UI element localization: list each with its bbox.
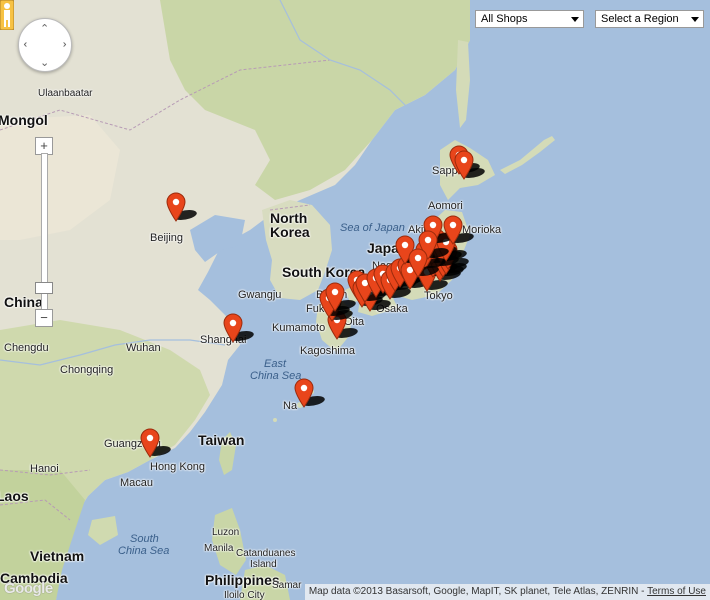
chevron-down-icon bbox=[691, 17, 699, 22]
pan-down-icon[interactable]: ⌃ bbox=[40, 55, 49, 68]
label-hanoi: Hanoi bbox=[30, 463, 59, 475]
label-sea-of-japan: Sea of Japan bbox=[340, 222, 405, 234]
label-wuhan: Wuhan bbox=[126, 342, 161, 354]
label-manila: Manila bbox=[204, 543, 234, 554]
label-chengdu: Chengdu bbox=[4, 342, 49, 354]
label-south-china-sea-2: China Sea bbox=[118, 545, 170, 557]
sakhalin-island bbox=[456, 40, 470, 128]
pan-control[interactable]: ⌃ ⌃ ⌃ ⌃ bbox=[18, 18, 72, 72]
hainan-island bbox=[88, 516, 118, 545]
label-aomori: Aomori bbox=[428, 200, 463, 212]
label-east-china-sea-1: East bbox=[264, 358, 287, 370]
label-kumamoto: Kumamoto bbox=[272, 322, 326, 334]
label-samar: Samar bbox=[272, 580, 302, 591]
street-view-pegman-icon[interactable] bbox=[0, 0, 14, 30]
shop-marker[interactable] bbox=[223, 313, 258, 343]
label-north-korea-2: Korea bbox=[270, 224, 310, 240]
label-vietnam: Vietnam bbox=[30, 548, 85, 564]
label-laos: Laos bbox=[0, 488, 29, 504]
label-south-china-sea-1: South bbox=[130, 533, 159, 545]
shop-marker[interactable] bbox=[454, 150, 489, 180]
label-mongolia: Mongol bbox=[0, 112, 48, 128]
label-hong-kong: Hong Kong bbox=[150, 461, 206, 473]
pan-up-icon[interactable]: ⌃ bbox=[40, 22, 49, 35]
label-ulaanbaatar: Ulaanbaatar bbox=[38, 88, 93, 99]
chevron-down-icon bbox=[571, 17, 579, 22]
label-iloilo: Iloilo City bbox=[224, 590, 265, 600]
region-select-value: Select a Region bbox=[601, 13, 679, 25]
attribution-text: Map data ©2013 Basarsoft, Google, MapIT,… bbox=[308, 586, 648, 597]
label-china: China bbox=[4, 294, 43, 310]
zoom-out-button[interactable]: − bbox=[35, 309, 53, 327]
google-logo[interactable]: Google bbox=[4, 580, 53, 597]
shop-marker[interactable] bbox=[443, 215, 478, 245]
map-canvas[interactable]: Ulaanbaatar Mongol Beijing North Korea S… bbox=[0, 0, 710, 600]
shops-select-value: All Shops bbox=[481, 13, 528, 25]
label-philippines: Philippines bbox=[205, 572, 280, 588]
label-catanduanes-1: Catanduanes bbox=[236, 548, 296, 559]
luzon-island bbox=[212, 508, 246, 575]
shop-marker[interactable] bbox=[325, 282, 360, 312]
shops-select[interactable]: All Shops bbox=[475, 10, 584, 28]
label-catanduanes-2: Island bbox=[250, 559, 277, 570]
map-attribution: Map data ©2013 Basarsoft, Google, MapIT,… bbox=[304, 584, 710, 600]
label-macau: Macau bbox=[120, 477, 154, 489]
zoom-slider-thumb[interactable] bbox=[35, 282, 53, 294]
label-gwangju: Gwangju bbox=[238, 289, 282, 301]
label-beijing: Beijing bbox=[150, 232, 184, 244]
label-chongqing: Chongqing bbox=[60, 364, 114, 376]
shop-marker[interactable] bbox=[140, 428, 175, 458]
pan-left-icon[interactable]: ⌃ bbox=[22, 40, 35, 49]
kuril-islands bbox=[500, 136, 555, 174]
pan-right-icon[interactable]: ⌃ bbox=[55, 40, 68, 49]
shop-marker[interactable] bbox=[294, 378, 329, 408]
label-luzon: Luzon bbox=[212, 527, 240, 538]
label-taiwan: Taiwan bbox=[198, 432, 245, 448]
terms-of-use-link[interactable]: Terms of Use bbox=[647, 586, 706, 597]
shop-marker[interactable] bbox=[166, 192, 201, 222]
region-select[interactable]: Select a Region bbox=[595, 10, 704, 28]
label-kagoshima: Kagoshima bbox=[300, 345, 356, 357]
shop-marker[interactable] bbox=[408, 248, 443, 278]
